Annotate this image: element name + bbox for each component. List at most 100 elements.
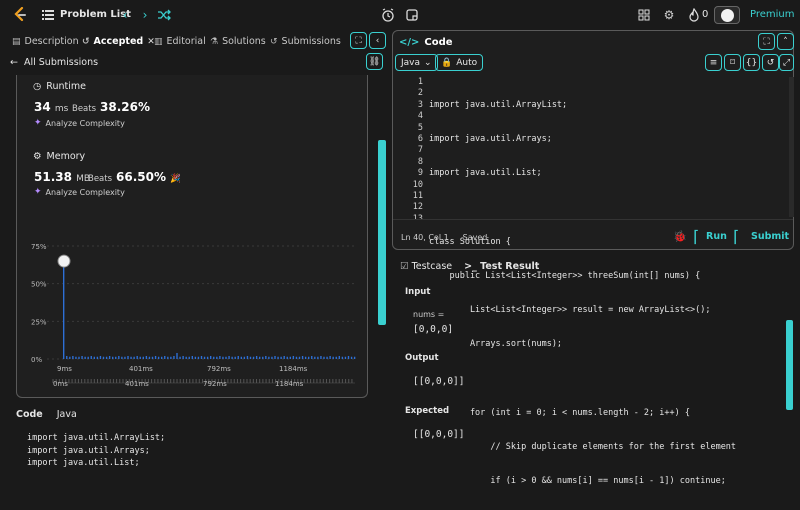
bar (136, 355, 138, 359)
reset-icon[interactable]: ↺ (762, 54, 779, 71)
bar (108, 355, 111, 359)
line-number: 8 (417, 156, 423, 167)
line-number: 7 (417, 145, 423, 156)
debug-icon[interactable]: 🐞 (673, 230, 687, 243)
code-line: // Skip duplicate elements for the first… (429, 441, 737, 452)
note-icon[interactable] (405, 8, 419, 22)
chevron-left-icon[interactable]: ‹ (118, 8, 132, 22)
list-icon[interactable] (42, 9, 54, 21)
tab-accepted[interactable]: ↺ Accepted ✕ (82, 36, 155, 47)
var-name: nums = (413, 310, 445, 319)
streak-count: 0 (702, 9, 709, 20)
avatar[interactable] (714, 6, 740, 24)
bar (66, 355, 68, 359)
bar (274, 355, 276, 359)
lock-icon: 🔒 (441, 57, 453, 68)
bar (341, 356, 344, 359)
tab-testcase[interactable]: ☑ Testcase (400, 261, 452, 272)
chevron-up-icon[interactable]: ˄ (777, 33, 794, 50)
bar (69, 356, 71, 359)
tab-editorial[interactable]: ▥ Editorial (154, 36, 206, 47)
premium-link[interactable]: Premium (750, 9, 795, 20)
avatar-face (720, 8, 734, 22)
bar (127, 355, 129, 359)
bar (87, 356, 89, 359)
bar (323, 356, 325, 359)
bar (151, 356, 154, 359)
submit-button[interactable]: Submit (751, 231, 789, 242)
bar (292, 355, 295, 359)
problem-tabs: ▤ Description ↺ Accepted ✕ ▥ Editorial ⚗… (0, 30, 392, 54)
tab-solutions[interactable]: ⚗ Solutions (210, 36, 266, 47)
language-select[interactable]: Java ⌄ (395, 54, 438, 71)
code-line: if (i > 0 && nums[i] == nums[i - 1]) con… (429, 476, 726, 487)
grid-icon[interactable] (637, 8, 651, 22)
bar (75, 356, 77, 359)
alarm-icon[interactable] (381, 8, 395, 22)
bar (234, 356, 236, 359)
chevron-down-icon: ⌄ (424, 57, 432, 68)
left-panel: ▤ Description ↺ Accepted ✕ ▥ Editorial ⚗… (0, 30, 392, 468)
all-submissions-link[interactable]: ← All Submissions (10, 57, 98, 68)
maximize-icon[interactable]: ⛶ (350, 32, 367, 49)
x-tick-label: 792ms (207, 365, 231, 373)
bar (243, 356, 246, 359)
format-icon[interactable]: ≡ (705, 54, 722, 71)
logo-icon[interactable] (12, 7, 28, 23)
bar (115, 356, 117, 359)
bar (317, 356, 319, 359)
editor-scrollbar[interactable] (789, 77, 794, 217)
braces-icon[interactable]: {} (743, 54, 760, 71)
bar (173, 355, 175, 359)
submitted-code: import java.util.ArrayList; import java.… (27, 432, 165, 470)
gear-icon[interactable]: ⚙ (662, 8, 676, 22)
expand-icon[interactable]: ⤢ (779, 54, 794, 71)
tab-test-result[interactable]: >_ Test Result (464, 261, 539, 272)
input-label: Input (405, 287, 431, 297)
bar (240, 356, 243, 359)
bar (262, 356, 264, 359)
bookmark-icon[interactable]: ⌑ (724, 54, 741, 71)
bar (72, 355, 74, 359)
shuffle-icon[interactable] (157, 8, 171, 22)
bar (203, 356, 206, 359)
bar (206, 356, 209, 359)
bar (185, 356, 187, 359)
line-number: 4 (417, 111, 423, 122)
collapse-left-icon[interactable]: ‹ (369, 32, 386, 49)
chevron-right-icon[interactable]: › (138, 8, 152, 22)
tab-label: Submissions (281, 36, 341, 47)
bar (249, 356, 252, 359)
maximize-icon[interactable]: ⛶ (758, 33, 775, 50)
bar (268, 356, 270, 359)
auto-mode-toggle[interactable]: 🔒 Auto (435, 54, 484, 71)
bar (99, 355, 102, 359)
flame-icon[interactable] (687, 8, 701, 22)
bar (194, 356, 197, 359)
tab-submissions[interactable]: ↺ Submissions (270, 36, 341, 47)
left-scrollbar[interactable] (378, 140, 386, 325)
runtime-distribution-chart[interactable]: 75% 50% 25% 0% 9ms 401ms 792ms 1184ms 0ms 401ms 79… (17, 75, 369, 398)
tab-label: Accepted (93, 36, 144, 47)
line-number: 10 (412, 179, 423, 190)
y-tick-label: 25% (31, 318, 47, 326)
tab-description[interactable]: ▤ Description (12, 36, 79, 47)
code-section-heading: Code Java (16, 409, 77, 420)
book-icon: ▥ (154, 36, 163, 47)
code-text-area[interactable]: import java.util.ArrayList; import java.… (429, 77, 736, 510)
bar (81, 355, 83, 359)
bar (353, 356, 356, 359)
bar (124, 356, 126, 359)
bar (350, 356, 353, 359)
bar (308, 356, 310, 359)
bar (191, 355, 194, 359)
submit-bracket-icon: ⌈ (733, 227, 740, 246)
y-tick-label: 50% (31, 281, 47, 289)
top-bar: Problem List ‹ › ⚙ 0 Premium (0, 0, 800, 30)
editor-title-label: Code (424, 37, 453, 48)
link-icon[interactable]: ⛓ (366, 53, 383, 70)
editor-divider (393, 219, 793, 220)
run-button[interactable]: Run (706, 231, 727, 242)
right-scrollbar[interactable] (786, 320, 793, 410)
